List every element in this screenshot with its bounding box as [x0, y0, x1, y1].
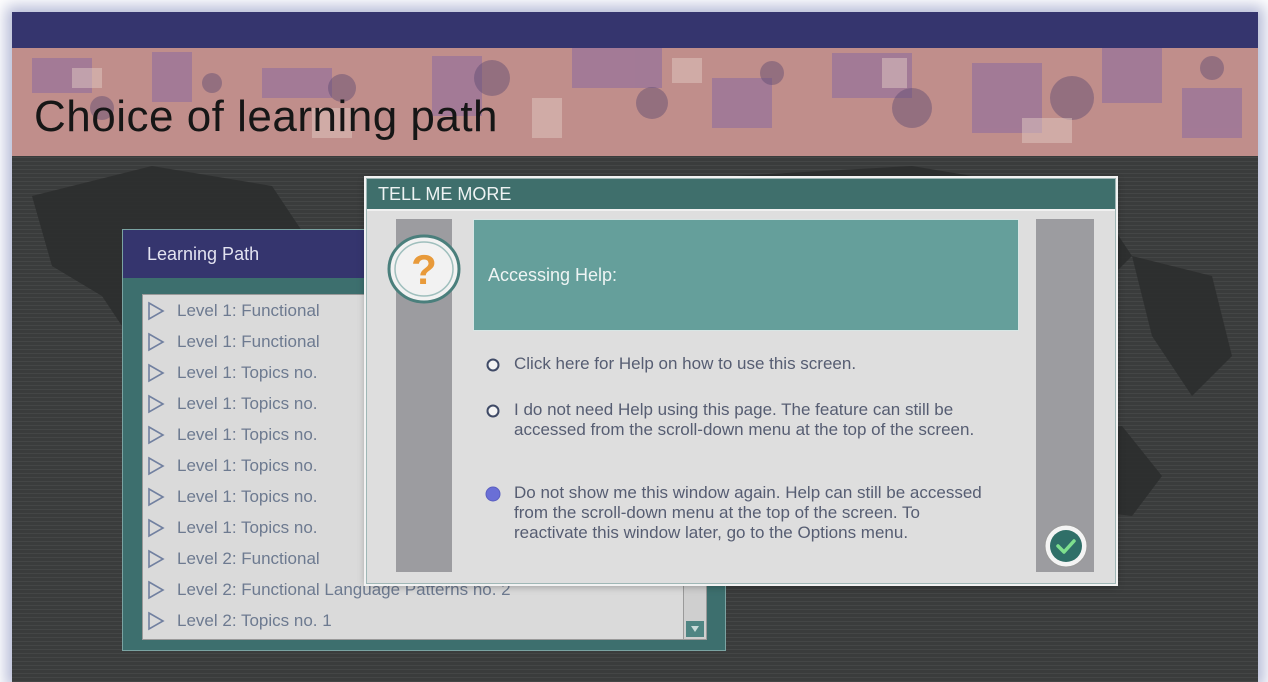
app-screen: Choice of learning path Learning Path Le…: [12, 12, 1258, 682]
play-arrow-icon: [148, 549, 165, 568]
scroll-down-button[interactable]: [686, 621, 704, 637]
help-option-no-help[interactable]: I do not need Help using this page. The …: [485, 400, 985, 440]
top-menu-bar: [12, 12, 1258, 48]
play-arrow-icon: [148, 301, 165, 320]
dialog-header-box: Accessing Help:: [473, 219, 1019, 331]
list-item[interactable]: Level 2: Topics no. 1: [147, 605, 681, 636]
dialog-heading: Accessing Help:: [488, 265, 618, 285]
play-arrow-icon: [148, 518, 165, 537]
play-arrow-icon: [148, 425, 165, 444]
dialog-right-strip: [1036, 219, 1094, 572]
question-mark-icon: ?: [387, 234, 461, 304]
play-arrow-icon: [148, 332, 165, 351]
dialog-titlebar: TELL ME MORE: [367, 179, 1115, 211]
svg-text:?: ?: [411, 246, 437, 293]
banner-collage: Choice of learning path: [12, 48, 1258, 156]
radio-selected-icon[interactable]: [485, 486, 501, 502]
play-arrow-icon: [148, 580, 165, 599]
play-arrow-icon: [148, 456, 165, 475]
learning-path-title: Learning Path: [147, 244, 260, 264]
help-option-show-help[interactable]: Click here for Help on how to use this s…: [485, 354, 975, 374]
dialog-title: TELL ME MORE: [378, 184, 512, 204]
play-arrow-icon: [148, 487, 165, 506]
radio-unselected-icon[interactable]: [485, 357, 501, 373]
option-label: Click here for Help on how to use this s…: [514, 354, 857, 373]
help-option-dont-show-again[interactable]: Do not show me this window again. Help c…: [485, 483, 985, 543]
play-arrow-icon: [148, 394, 165, 413]
option-label: Do not show me this window again. Help c…: [514, 483, 982, 542]
play-arrow-icon: [148, 363, 165, 382]
page-title: Choice of learning path: [34, 92, 499, 141]
confirm-checkmark-button[interactable]: [1043, 523, 1089, 569]
chevron-down-icon: [691, 626, 699, 632]
option-label: I do not need Help using this page. The …: [514, 400, 975, 439]
radio-unselected-icon[interactable]: [485, 403, 501, 419]
tell-me-more-dialog: TELL ME MORE ? Accessing Help: Click her…: [366, 178, 1116, 584]
play-arrow-icon: [148, 611, 165, 630]
